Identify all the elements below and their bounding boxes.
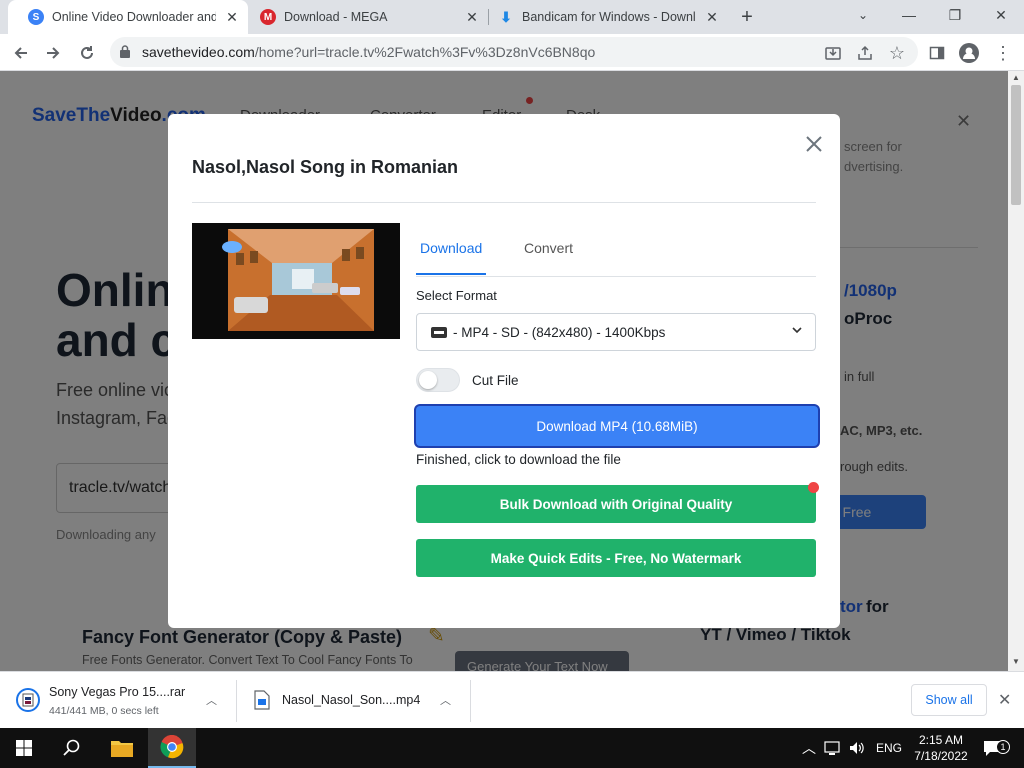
chrome-taskbar-icon[interactable] <box>148 728 196 768</box>
download-filename: Nasol_Nasol_Son....mp4 <box>282 693 421 707</box>
bookmark-star-icon[interactable]: ☆ <box>884 40 910 66</box>
profile-icon[interactable] <box>956 40 982 66</box>
download-filename: Sony Vegas Pro 15....rar <box>49 685 186 699</box>
download-progress-text: 441/441 MB, 0 secs left <box>49 705 159 717</box>
savethevideo-s-icon: S <box>28 9 44 25</box>
search-icon[interactable] <box>48 728 96 768</box>
file-explorer-icon[interactable] <box>98 728 146 768</box>
modal-tabs: Download Convert <box>416 224 816 277</box>
download-status: Finished, click to download the file <box>416 452 621 467</box>
format-select[interactable]: - MP4 - SD - (842x480) - 1400Kbps <box>416 313 816 351</box>
bulk-download-button[interactable]: Bulk Download with Original Quality <box>416 485 816 523</box>
tab-title: Bandicam for Windows - Downlo <box>522 10 696 24</box>
language-indicator[interactable]: ENG <box>876 728 902 768</box>
back-arrow-icon[interactable] <box>8 40 34 66</box>
tab-download[interactable]: Download <box>416 240 487 275</box>
install-app-icon[interactable] <box>820 40 846 66</box>
download-mp4-button[interactable]: Download MP4 (10.68MiB) <box>416 406 818 446</box>
clock-date: 7/18/2022 <box>914 749 968 763</box>
share-icon[interactable] <box>852 40 878 66</box>
video-frame-image <box>192 223 400 339</box>
cut-file-label: Cut File <box>472 373 519 388</box>
reload-icon[interactable] <box>74 40 100 66</box>
windows-start-icon[interactable] <box>0 728 48 768</box>
video-thumbnail <box>192 223 400 339</box>
download-shelf: Sony Vegas Pro 15....rar 441/441 MB, 0 s… <box>0 671 1024 728</box>
url-text: savethevideo.com/home?url=tracle.tv%2Fwa… <box>142 44 595 60</box>
browser-toolbar: savethevideo.com/home?url=tracle.tv%2Fwa… <box>0 34 1024 71</box>
volume-icon[interactable] <box>848 728 866 768</box>
shelf-separator <box>470 680 471 722</box>
download-item[interactable]: Sony Vegas Pro 15....rar 441/441 MB, 0 s… <box>0 672 236 729</box>
cut-file-toggle[interactable] <box>416 368 460 392</box>
mega-icon: M <box>260 9 276 25</box>
modal-close-icon[interactable] <box>802 132 826 156</box>
restore-icon[interactable]: ❐ <box>932 0 978 30</box>
new-tab-icon[interactable]: + <box>736 6 758 28</box>
video-format-icon <box>431 327 447 338</box>
chevron-up-icon[interactable]: ︿ <box>440 692 451 708</box>
bandicam-icon: ⬇ <box>500 8 512 25</box>
notification-dot <box>808 482 819 493</box>
chevron-down-icon <box>791 324 803 339</box>
page-scrollbar[interactable]: ▲ ▼ <box>1008 71 1024 671</box>
close-tab-icon[interactable]: ✕ <box>704 9 720 25</box>
tab-title: Online Video Downloader and Co <box>52 10 216 24</box>
screen: { "browser": { "tabs": [ {"title": "Onli… <box>0 0 1024 768</box>
quick-edits-button[interactable]: Make Quick Edits - Free, No Watermark <box>416 539 816 577</box>
clock-time: 2:15 AM <box>918 733 964 747</box>
forward-arrow-icon[interactable] <box>40 40 66 66</box>
tab-title: Download - MEGA <box>284 10 388 24</box>
tab-strip: S Online Video Downloader and Co ✕ M Dow… <box>0 0 1024 34</box>
url-path: /home?url=tracle.tv%2Fwatch%3Fv%3Dz8nVc6… <box>254 44 596 60</box>
menu-kebab-icon[interactable]: ⋮ <box>990 40 1016 66</box>
close-window-icon[interactable]: ✕ <box>978 0 1024 30</box>
close-tab-icon[interactable]: ✕ <box>224 9 240 25</box>
notification-count: 1 <box>996 740 1010 754</box>
download-item[interactable]: Nasol_Nasol_Son....mp4 ︿ <box>236 672 470 729</box>
modal-title: Nasol,Nasol Song in Romanian <box>192 157 459 177</box>
scroll-down-icon[interactable]: ▼ <box>1011 657 1021 666</box>
minimize-icon[interactable]: — <box>886 0 932 30</box>
video-file-icon <box>254 690 270 710</box>
lock-icon[interactable] <box>120 45 130 58</box>
download-modal: Nasol,Nasol Song in Romanian Download Co… <box>168 114 840 628</box>
network-icon[interactable] <box>824 728 842 768</box>
tab-mega[interactable]: M Download - MEGA ✕ <box>240 0 488 34</box>
selected-format: - MP4 - SD - (842x480) - 1400Kbps <box>453 325 666 340</box>
tab-savethevideo[interactable]: S Online Video Downloader and Co ✕ <box>8 0 248 34</box>
show-all-button[interactable]: Show all <box>911 684 987 716</box>
side-panel-icon[interactable] <box>924 40 950 66</box>
tab-search-chevron-icon[interactable]: ⌄ <box>840 0 886 30</box>
tray-chevron-icon[interactable]: ︿ <box>802 728 816 768</box>
scroll-thumb[interactable] <box>1011 85 1021 205</box>
modal-divider <box>192 202 816 203</box>
chevron-up-icon[interactable]: ︿ <box>206 692 217 708</box>
rar-file-icon <box>16 688 40 712</box>
clock[interactable]: 2:15 AM 7/18/2022 <box>912 728 970 768</box>
select-format-label: Select Format <box>416 288 497 303</box>
url-host: savethevideo.com <box>142 44 255 60</box>
close-shelf-icon[interactable]: ✕ <box>998 690 1011 710</box>
scroll-up-icon[interactable]: ▲ <box>1011 73 1021 82</box>
address-bar[interactable]: savethevideo.com/home?url=tracle.tv%2Fwa… <box>110 37 918 67</box>
toggle-knob <box>419 371 437 389</box>
tab-convert[interactable]: Convert <box>524 240 573 256</box>
windows-taskbar: ︿ ENG 2:15 AM 7/18/2022 1 <box>0 728 1024 768</box>
tab-bandicam[interactable]: ⬇ Bandicam for Windows - Downlo ✕ <box>478 0 728 34</box>
